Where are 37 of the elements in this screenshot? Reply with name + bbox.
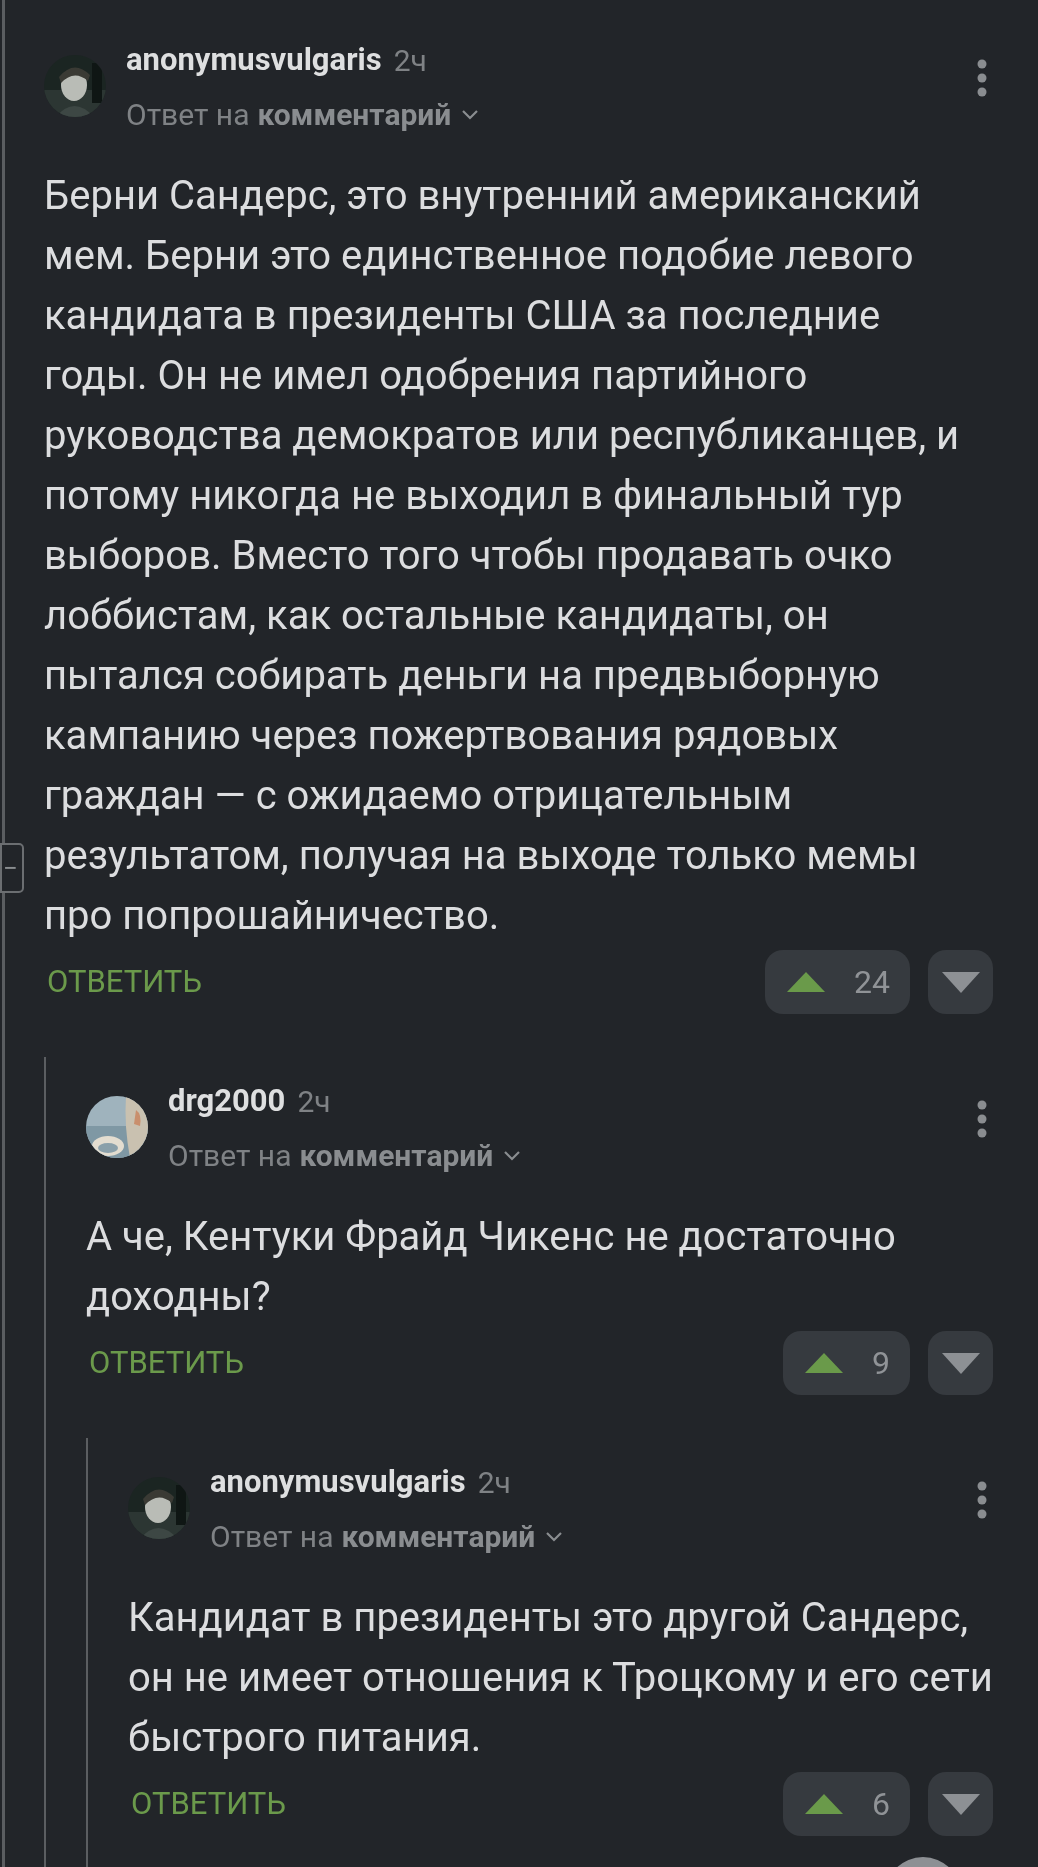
collapse-button[interactable]: − xyxy=(0,843,24,893)
reply-button[interactable]: ОТВЕТИТЬ xyxy=(44,958,202,1006)
reply-button[interactable]: ОТВЕТИТЬ xyxy=(128,1780,286,1828)
reply-label: Ответ на xyxy=(210,1517,334,1556)
downvote-button[interactable] xyxy=(928,950,993,1014)
reply-target-link[interactable]: комментарий xyxy=(341,1513,536,1559)
chevron-down-icon[interactable] xyxy=(461,107,480,121)
chevron-down-icon[interactable] xyxy=(545,1529,564,1543)
arrow-up-icon xyxy=(805,1794,843,1814)
reply-target-link[interactable]: комментарий xyxy=(299,1132,494,1178)
chevron-down-icon[interactable] xyxy=(503,1148,522,1162)
username[interactable]: anonymusvulgaris xyxy=(210,1458,466,1506)
arrow-up-icon xyxy=(787,972,826,992)
arrow-up-icon xyxy=(805,1353,843,1373)
reply-button[interactable]: ОТВЕТИТЬ xyxy=(86,1339,244,1387)
arrow-down-icon xyxy=(941,971,980,993)
comment-text: А че, Кентуки Фрайд Чикенс не достаточно доходны? xyxy=(86,1212,897,1322)
comment-text: Кандидат в президенты это другой Сандерс, он не имеет отношения к Троцкому и его сети быстрого питания. xyxy=(128,1593,993,1763)
more-options-icon[interactable] xyxy=(977,1100,987,1138)
username[interactable]: anonymusvulgaris xyxy=(126,36,382,84)
upvote-button[interactable]: 6 xyxy=(783,1772,910,1836)
more-options-icon[interactable] xyxy=(977,59,987,97)
arrow-down-icon xyxy=(941,1352,980,1374)
username[interactable]: drg2000 xyxy=(168,1077,286,1125)
upvote-button[interactable]: 24 xyxy=(765,950,910,1014)
reply-label: Ответ на xyxy=(168,1136,292,1175)
timestamp: 2ч xyxy=(477,1463,511,1502)
more-options-icon[interactable] xyxy=(977,1481,987,1519)
timestamp: 2ч xyxy=(393,41,427,80)
downvote-button[interactable] xyxy=(928,1772,993,1836)
reply-target-link[interactable]: комментарий xyxy=(257,91,452,137)
arrow-down-icon xyxy=(941,1793,980,1815)
comment-text: Берни Сандерс, это внутренний американский мем. Берни это единственное подобие левого кандидата в президенты США за последние годы. Он не имел одобрения партийного руководства демократов или республиканцев, и потому никогда не выходил в финальный тур выборов. Вместо того чтобы продавать очко лоббистам, как остальные кандидаты, он пытался собирать деньги на предвыборную кампанию через пожертвования рядовых граждан — с ожидаемо отрицательным результатом, получая на выходе только мемы про попрошайничество. xyxy=(44,171,961,941)
reply-label: Ответ на xyxy=(126,95,250,134)
upvote-button[interactable]: 9 xyxy=(783,1331,910,1395)
downvote-button[interactable] xyxy=(928,1331,993,1395)
timestamp: 2ч xyxy=(297,1082,331,1121)
